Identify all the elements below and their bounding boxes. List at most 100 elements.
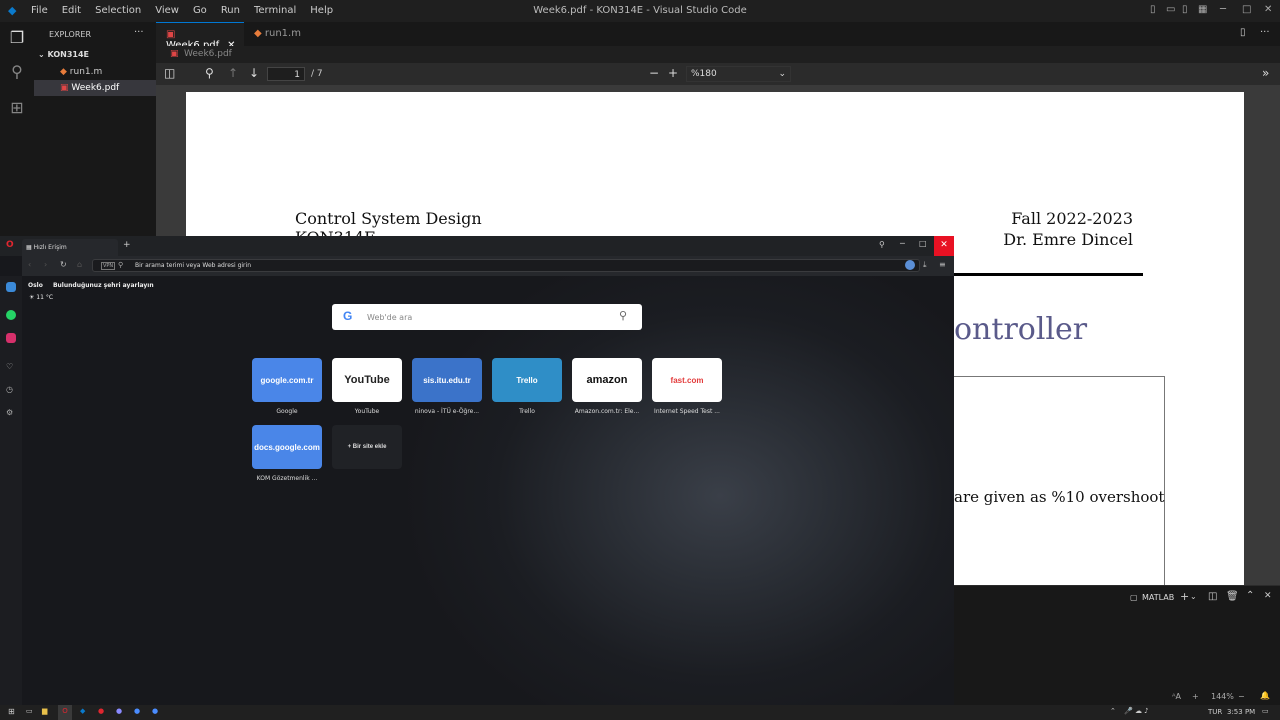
- layout-split-icon[interactable]: ▯: [1182, 4, 1188, 15]
- zoom-select[interactable]: %180 ⌄: [686, 66, 791, 82]
- close-icon[interactable]: ✕: [1264, 4, 1272, 15]
- opera-taskbar-icon[interactable]: O: [58, 705, 72, 720]
- find-icon[interactable]: ⚲: [205, 66, 214, 80]
- vscode-taskbar-icon[interactable]: ◆: [80, 707, 85, 715]
- speed-dial-label[interactable]: YouTube: [322, 408, 412, 415]
- page-number-input[interactable]: 1: [267, 67, 305, 81]
- arrow-up-icon[interactable]: ↑: [228, 66, 238, 80]
- file-explorer-icon[interactable]: ▆: [42, 707, 47, 715]
- maximize-icon[interactable]: □: [1242, 4, 1251, 15]
- speed-dial-tile[interactable]: google.com.tr: [252, 358, 322, 402]
- zoom-out-icon[interactable]: −: [649, 66, 659, 80]
- search-tabs-icon[interactable]: ⚲: [879, 240, 885, 249]
- task-view-icon[interactable]: ▭: [26, 707, 33, 715]
- extensions-icon[interactable]: ⊞: [7, 98, 27, 118]
- address-input[interactable]: VPN ⚲ Bir arama terimi veya Web adresi g…: [92, 259, 920, 272]
- messenger-icon[interactable]: [6, 282, 16, 292]
- bell-icon[interactable]: 🔔: [1260, 691, 1270, 700]
- language-indicator[interactable]: TUR: [1208, 708, 1222, 716]
- tab-run1m[interactable]: ◆ run1.m: [244, 22, 324, 46]
- layout-sidebar-icon[interactable]: ▯: [1150, 4, 1156, 15]
- weather-widget[interactable]: Oslo Bulunduğunuz şehri ayarlayın: [28, 282, 154, 289]
- weather-prompt[interactable]: Bulunduğunuz şehri ayarlayın: [53, 282, 154, 289]
- speed-dial-tile[interactable]: amazon: [572, 358, 642, 402]
- settings-icon[interactable]: ⚙: [6, 408, 13, 417]
- zoom-in-icon[interactable]: +: [668, 66, 678, 80]
- terminal-name[interactable]: MATLAB: [1142, 593, 1174, 602]
- easy-setup-icon[interactable]: ≡: [939, 260, 946, 269]
- sidebar-toggle-icon[interactable]: ◫: [164, 66, 175, 80]
- zoom-level[interactable]: 144%: [1211, 692, 1234, 701]
- speed-dial-tile[interactable]: docs.google.com: [252, 425, 322, 469]
- split-editor-icon[interactable]: ▯: [1240, 27, 1246, 38]
- files-icon[interactable]: ❐: [7, 28, 27, 48]
- tray-icons[interactable]: 🎤 ☁ ♪: [1124, 707, 1149, 715]
- app-taskbar-icon[interactable]: ●: [116, 707, 122, 715]
- app-taskbar-icon[interactable]: ●: [152, 707, 158, 715]
- trash-icon[interactable]: 🗑: [1226, 591, 1239, 602]
- speed-dial-tile[interactable]: fast.com: [652, 358, 722, 402]
- speed-dial-tile[interactable]: + Bir site ekle: [332, 425, 402, 469]
- course-code: KON314E: [295, 228, 376, 236]
- tab-week6pdf[interactable]: ▣ Week6.pdf✕: [156, 22, 244, 51]
- speed-dial-label[interactable]: KOM Gözetmenlik ...: [242, 475, 332, 482]
- opera-address-bar: ‹ › ↻ ⌂ VPN ⚲ Bir arama terimi veya Web …: [22, 256, 954, 276]
- tray-overflow-icon[interactable]: ⌃: [1110, 707, 1116, 715]
- content-box: [954, 376, 1165, 585]
- arrow-down-icon[interactable]: ↓: [249, 66, 259, 80]
- forward-icon[interactable]: ›: [44, 260, 47, 269]
- minimize-icon[interactable]: ─: [1220, 4, 1226, 15]
- file-item-run1m[interactable]: ◆ run1.m: [34, 64, 156, 80]
- speed-dial-label[interactable]: Amazon.com.tr: Ele...: [562, 408, 652, 415]
- speed-dial-tile[interactable]: YouTube: [332, 358, 402, 402]
- app-taskbar-icon[interactable]: ●: [98, 707, 104, 715]
- speed-dial-tile[interactable]: sis.itu.edu.tr: [412, 358, 482, 402]
- new-terminal-icon[interactable]: +: [1180, 590, 1189, 603]
- speed-dial-label[interactable]: Trello: [482, 408, 572, 415]
- avatar[interactable]: [905, 260, 915, 270]
- speed-dial-label[interactable]: ninova - İTÜ e-Öğre...: [402, 408, 492, 415]
- font-size-control[interactable]: ᴬA: [1172, 692, 1181, 701]
- download-icon[interactable]: ⤓: [923, 260, 927, 270]
- chevron-up-icon[interactable]: ⌃: [1246, 590, 1254, 601]
- back-icon[interactable]: ‹: [28, 260, 31, 269]
- search-icon[interactable]: ⚲: [619, 309, 627, 322]
- vpn-badge[interactable]: VPN: [101, 262, 116, 270]
- double-chevron-right-icon[interactable]: »: [1262, 66, 1269, 80]
- maximize-icon[interactable]: □: [919, 239, 927, 248]
- minimize-icon[interactable]: ─: [900, 239, 905, 248]
- instagram-icon[interactable]: [6, 333, 16, 343]
- zoom-in-status[interactable]: +: [1192, 692, 1199, 701]
- whatsapp-icon[interactable]: [6, 310, 16, 320]
- reload-icon[interactable]: ↻: [60, 260, 67, 269]
- app-taskbar-icon[interactable]: ●: [134, 707, 140, 715]
- clock[interactable]: 3:53 PM: [1227, 708, 1255, 716]
- history-icon[interactable]: ◷: [6, 385, 13, 394]
- speed-dial-label[interactable]: Internet Speed Test ...: [642, 408, 732, 415]
- opera-logo-icon[interactable]: O: [6, 240, 14, 250]
- start-icon[interactable]: ⊞: [8, 707, 15, 716]
- file-item-week6pdf[interactable]: ▣ Week6.pdf: [34, 80, 156, 96]
- layout-customize-icon[interactable]: ▦: [1198, 4, 1207, 15]
- close-window-button[interactable]: ✕: [934, 236, 954, 256]
- speed-dial-tile[interactable]: Trello: [492, 358, 562, 402]
- tab-speed-dial[interactable]: ▦ Hızlı Erişim: [22, 239, 118, 256]
- home-icon[interactable]: ⌂: [77, 260, 82, 269]
- search-icon[interactable]: ⚲: [7, 62, 27, 82]
- matlab-file-icon: ◆: [254, 28, 265, 39]
- new-tab-icon[interactable]: +: [123, 240, 131, 250]
- more-actions-icon[interactable]: ···: [134, 27, 144, 38]
- close-panel-icon[interactable]: ✕: [1264, 591, 1272, 601]
- heart-icon[interactable]: ♡: [6, 362, 13, 371]
- layout-panel-icon[interactable]: ▭: [1166, 4, 1175, 15]
- folder-header[interactable]: ⌄ KON314E: [38, 50, 89, 59]
- more-actions-icon[interactable]: ···: [1260, 27, 1270, 38]
- split-terminal-icon[interactable]: ◫: [1208, 591, 1217, 602]
- speed-dial-label[interactable]: Google: [242, 408, 332, 415]
- chevron-down-icon[interactable]: ⌄: [1190, 592, 1197, 601]
- zoom-out-status[interactable]: −: [1238, 692, 1245, 701]
- breadcrumb-item[interactable]: Week6.pdf: [184, 49, 232, 59]
- google-search-box[interactable]: G Web'de ara ⚲: [332, 304, 642, 330]
- search-placeholder: Web'de ara: [367, 313, 413, 322]
- notification-icon[interactable]: ▭: [1262, 707, 1269, 715]
